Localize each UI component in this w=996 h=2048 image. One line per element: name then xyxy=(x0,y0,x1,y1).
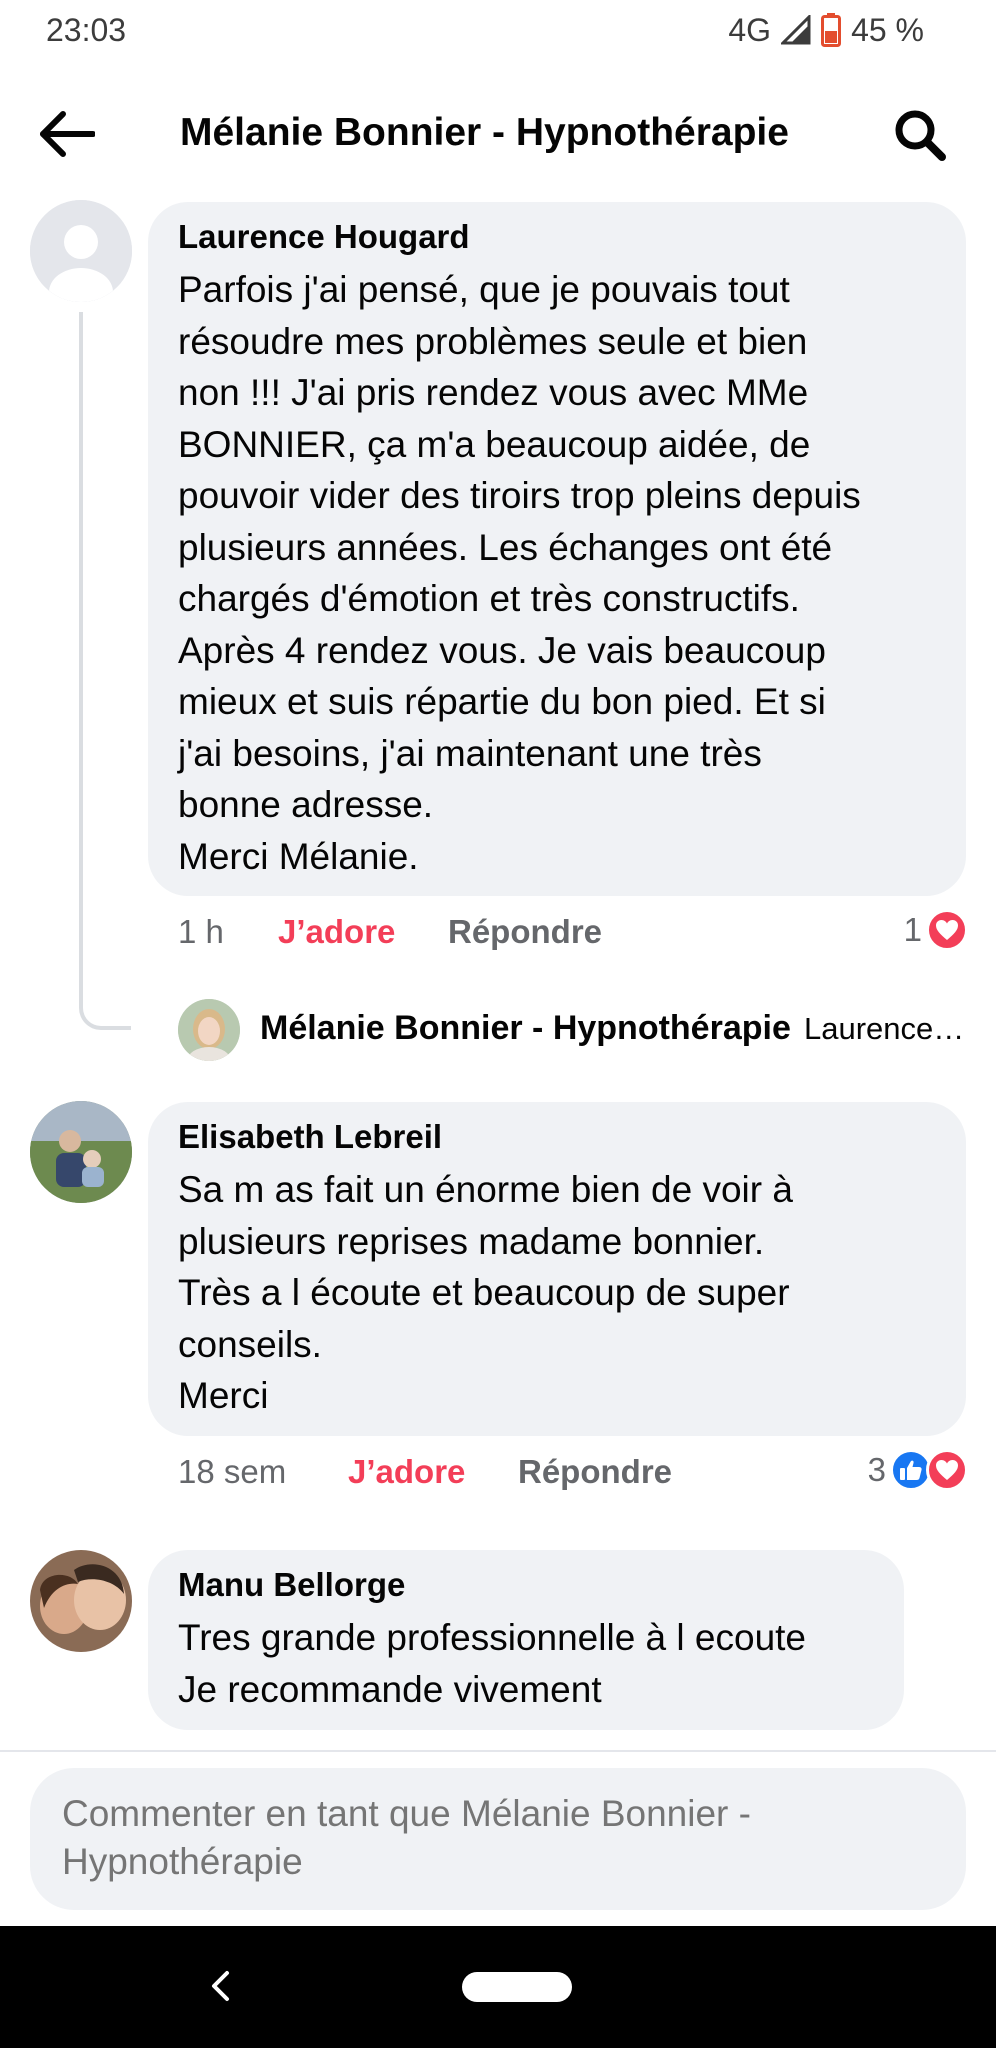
comment-bubble[interactable]: Laurence Hougard Parfois j'ai pensé, que… xyxy=(148,202,966,896)
comment-actions: 1 h J’adore Répondre 1 xyxy=(178,909,968,959)
comment-text: Parfois j'ai pensé, que je pouvais tout … xyxy=(178,269,861,877)
reply-preview-row[interactable]: Mélanie Bonnier - Hypnothérapie Laurence… xyxy=(178,999,968,1061)
heart-icon xyxy=(926,909,968,951)
avatar[interactable] xyxy=(30,1550,132,1652)
page-avatar xyxy=(178,999,240,1061)
reaction-summary[interactable]: 3 xyxy=(868,1449,968,1491)
signal-icon xyxy=(781,15,811,45)
default-avatar-icon xyxy=(30,200,132,302)
system-nav-bar xyxy=(0,1926,996,2048)
comment-text: Sa m as fait un énorme bien de voir à pl… xyxy=(178,1169,793,1416)
comment-actions: 18 sem J’adore Répondre 3 xyxy=(178,1449,968,1499)
search-button[interactable] xyxy=(890,107,950,163)
comment-text: Tres grande professionnelle à l ecoute J… xyxy=(178,1617,807,1710)
nav-back-button[interactable] xyxy=(200,1966,240,2006)
status-time: 23:03 xyxy=(46,12,127,48)
comment-author[interactable]: Laurence Hougard xyxy=(178,218,470,256)
network-type: 4G xyxy=(728,11,772,48)
search-icon xyxy=(895,110,946,161)
reply-button[interactable]: Répondre xyxy=(518,1453,672,1491)
comment-author[interactable]: Manu Bellorge xyxy=(178,1566,405,1604)
status-bar: 23:03 4G 45 % xyxy=(0,0,996,60)
comment-author[interactable]: Elisabeth Lebreil xyxy=(178,1118,442,1156)
comment-bubble[interactable]: Elisabeth Lebreil Sa m as fait un énorme… xyxy=(148,1102,966,1436)
comment-input[interactable] xyxy=(62,1790,932,1886)
avatar[interactable] xyxy=(30,200,132,302)
reaction-summary[interactable]: 1 xyxy=(904,909,968,951)
love-button[interactable]: J’adore xyxy=(348,1453,465,1491)
comment-time[interactable]: 18 sem xyxy=(178,1453,286,1491)
header: Mélanie Bonnier - Hypnothérapie xyxy=(0,95,996,175)
arrow-left-icon xyxy=(40,111,95,157)
comment-time[interactable]: 1 h xyxy=(178,913,224,951)
reply-author[interactable]: Mélanie Bonnier - Hypnothérapie xyxy=(260,1009,791,1048)
battery-level: 45 % xyxy=(851,11,924,48)
comment-bubble[interactable]: Manu Bellorge Tres grande professionnell… xyxy=(148,1550,904,1730)
reply-text-preview: Laurence… xyxy=(804,1011,965,1046)
reaction-count: 1 xyxy=(903,911,922,948)
page-title: Mélanie Bonnier - Hypnothérapie xyxy=(180,111,789,154)
status-indicators: 4G 45 % xyxy=(728,12,924,48)
comment-composer[interactable] xyxy=(30,1768,966,1910)
back-button[interactable] xyxy=(36,109,98,159)
battery-icon xyxy=(821,13,842,47)
nav-home-pill[interactable] xyxy=(462,1972,572,2002)
avatar[interactable] xyxy=(30,1101,132,1203)
divider xyxy=(0,1750,996,1752)
reaction-count: 3 xyxy=(867,1451,886,1488)
heart-icon xyxy=(926,1449,968,1491)
chevron-left-icon xyxy=(212,1971,229,2001)
reply-button[interactable]: Répondre xyxy=(448,913,602,951)
love-button[interactable]: J’adore xyxy=(278,913,395,951)
thread-line xyxy=(79,312,131,1030)
